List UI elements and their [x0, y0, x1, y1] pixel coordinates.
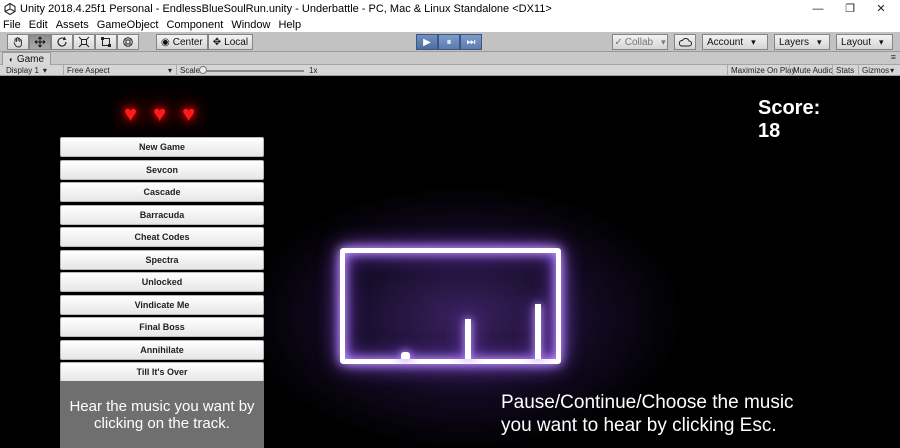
heart-icon: ♥: [124, 101, 138, 126]
collab-dropdown[interactable]: ✓ Collab: [612, 34, 668, 50]
menu-gameobject[interactable]: GameObject: [97, 19, 159, 31]
heart-icon: ♥: [182, 101, 196, 126]
rect-transform-icon: [101, 37, 111, 47]
battle-box: [340, 248, 561, 364]
lives-hearts: ♥ ♥ ♥: [124, 103, 195, 125]
scale-slider-track[interactable]: [200, 70, 304, 72]
track-button-final-boss[interactable]: Final Boss: [60, 317, 264, 337]
unity-logo-icon: [4, 2, 16, 15]
menu-help[interactable]: Help: [278, 19, 301, 31]
collab-check-icon: ✓: [614, 36, 623, 48]
tab-game[interactable]: ◐ Game: [2, 52, 52, 65]
pivot-center-button[interactable]: ◉ Center: [156, 34, 208, 50]
track-hint-text: Hear the music you want by clicking on t…: [69, 397, 255, 432]
game-view-icon: ◐: [9, 54, 14, 64]
local-space-icon: ✥: [212, 36, 222, 48]
restore-button[interactable]: ❐: [835, 0, 865, 17]
menu-file[interactable]: File: [3, 19, 21, 31]
layers-dropdown[interactable]: Layers: [774, 34, 830, 50]
close-button[interactable]: ✕: [866, 0, 896, 17]
step-icon: ⏭: [466, 36, 476, 48]
gizmos-dropdown[interactable]: Gizmos ▾: [858, 65, 897, 76]
scale-value: 1x: [309, 66, 318, 75]
pivot-icon: ◉: [161, 36, 170, 48]
menu-assets[interactable]: Assets: [56, 19, 89, 31]
score-label: Score:: [758, 97, 821, 119]
window-title-bar: Unity 2018.4.25f1 Personal - EndlessBlue…: [0, 0, 900, 17]
dropdown-arrow-icon: ▾: [890, 66, 895, 75]
pause-icon: ⏸: [446, 36, 452, 48]
move-arrows-icon: [34, 36, 46, 48]
track-hint-panel: Hear the music you want by clicking on t…: [60, 381, 264, 448]
account-dropdown[interactable]: Account: [702, 34, 768, 50]
play-button[interactable]: ▶: [416, 34, 438, 50]
menu-window[interactable]: Window: [231, 19, 270, 31]
rotate-tool-button[interactable]: [51, 34, 73, 50]
game-tab-strip: ◐ Game ≡: [0, 52, 900, 65]
track-button-annihilate[interactable]: Annihilate: [60, 339, 264, 360]
transform-icon: [123, 37, 133, 47]
aspect-dropdown[interactable]: Free Aspect ▾: [63, 65, 175, 76]
esc-hint-line: Pause/Continue/Choose the music: [501, 392, 794, 413]
track-button-new-game[interactable]: New Game: [60, 137, 264, 157]
esc-hint-line: you want to hear by clicking Esc.: [501, 415, 777, 436]
menu-bar: File Edit Assets GameObject Component Wi…: [0, 17, 900, 32]
track-button-cascade[interactable]: Cascade: [60, 182, 264, 202]
track-button-barracuda[interactable]: Barracuda: [60, 204, 264, 225]
pause-button[interactable]: ⏸: [438, 34, 460, 50]
scale-icon: [78, 36, 90, 48]
maximize-on-play-toggle[interactable]: Maximize On Play: [727, 65, 798, 76]
cloud-group: [674, 34, 696, 50]
pivot-toggles: ◉ Center ✥ Local: [156, 34, 254, 50]
dropdown-arrow-icon: ▾: [167, 66, 172, 75]
collab-group: ✓ Collab: [612, 34, 668, 50]
rect-tool-button[interactable]: [95, 34, 117, 50]
track-list: New Game Sevcon Cascade Barracuda Cheat …: [60, 137, 264, 385]
hand-tool-button[interactable]: [7, 34, 29, 50]
layout-dropdown[interactable]: Layout: [836, 34, 893, 50]
heart-icon: ♥: [153, 101, 167, 126]
track-button-sevcon[interactable]: Sevcon: [60, 159, 264, 180]
move-tool-button[interactable]: [29, 34, 51, 50]
player-soul: [401, 352, 410, 359]
dropdown-arrow-icon: ▾: [42, 66, 47, 75]
stats-toggle[interactable]: Stats: [832, 65, 857, 76]
display-dropdown[interactable]: Display 1 ▾: [3, 65, 61, 76]
play-icon: ▶: [423, 36, 431, 48]
scale-slider-thumb[interactable]: [199, 66, 207, 74]
transform-tool-button[interactable]: [117, 34, 139, 50]
game-view-toolbar: Display 1 ▾ Free Aspect ▾ Scale 1x Maxim…: [0, 65, 900, 76]
cloud-button[interactable]: [674, 34, 696, 50]
track-button-vindicate-me[interactable]: Vindicate Me: [60, 294, 264, 315]
track-button-spectra[interactable]: Spectra: [60, 249, 264, 270]
minimize-button[interactable]: —: [803, 0, 833, 17]
main-toolbar: ◉ Center ✥ Local ▶ ⏸ ⏭ ✓ Collab Account: [0, 32, 900, 52]
bone-pillar: [535, 304, 541, 359]
track-button-unlocked[interactable]: Unlocked: [60, 272, 264, 292]
score-display: Score: 18: [758, 97, 820, 143]
layers-group: Layers: [774, 34, 830, 50]
track-button-till-its-over[interactable]: Till It's Over: [60, 362, 264, 382]
esc-hint: Pause/Continue/Choose the music you want…: [501, 391, 794, 437]
layout-group: Layout: [836, 34, 893, 50]
tab-options-icon[interactable]: ≡: [891, 52, 896, 62]
bone-pillar: [465, 319, 471, 359]
score-value: 18: [758, 120, 781, 142]
hand-icon: [13, 37, 22, 48]
step-button[interactable]: ⏭: [460, 34, 482, 50]
transform-tools: [7, 34, 139, 50]
game-viewport[interactable]: ♥ ♥ ♥ Score: 18 New Game Sevcon Cascade …: [0, 77, 900, 448]
menu-edit[interactable]: Edit: [29, 19, 48, 31]
track-button-cheat-codes[interactable]: Cheat Codes: [60, 227, 264, 247]
mute-audio-toggle[interactable]: Mute Audio: [789, 65, 836, 76]
space-local-button[interactable]: ✥ Local: [207, 34, 254, 50]
playback-controls: ▶ ⏸ ⏭: [416, 34, 482, 50]
scale-tool-button[interactable]: [73, 34, 95, 50]
window-title: Unity 2018.4.25f1 Personal - EndlessBlue…: [20, 2, 552, 15]
rotate-icon: [57, 36, 67, 47]
menu-component[interactable]: Component: [166, 19, 223, 31]
cloud-icon: [678, 38, 692, 47]
account-group: Account: [702, 34, 768, 50]
